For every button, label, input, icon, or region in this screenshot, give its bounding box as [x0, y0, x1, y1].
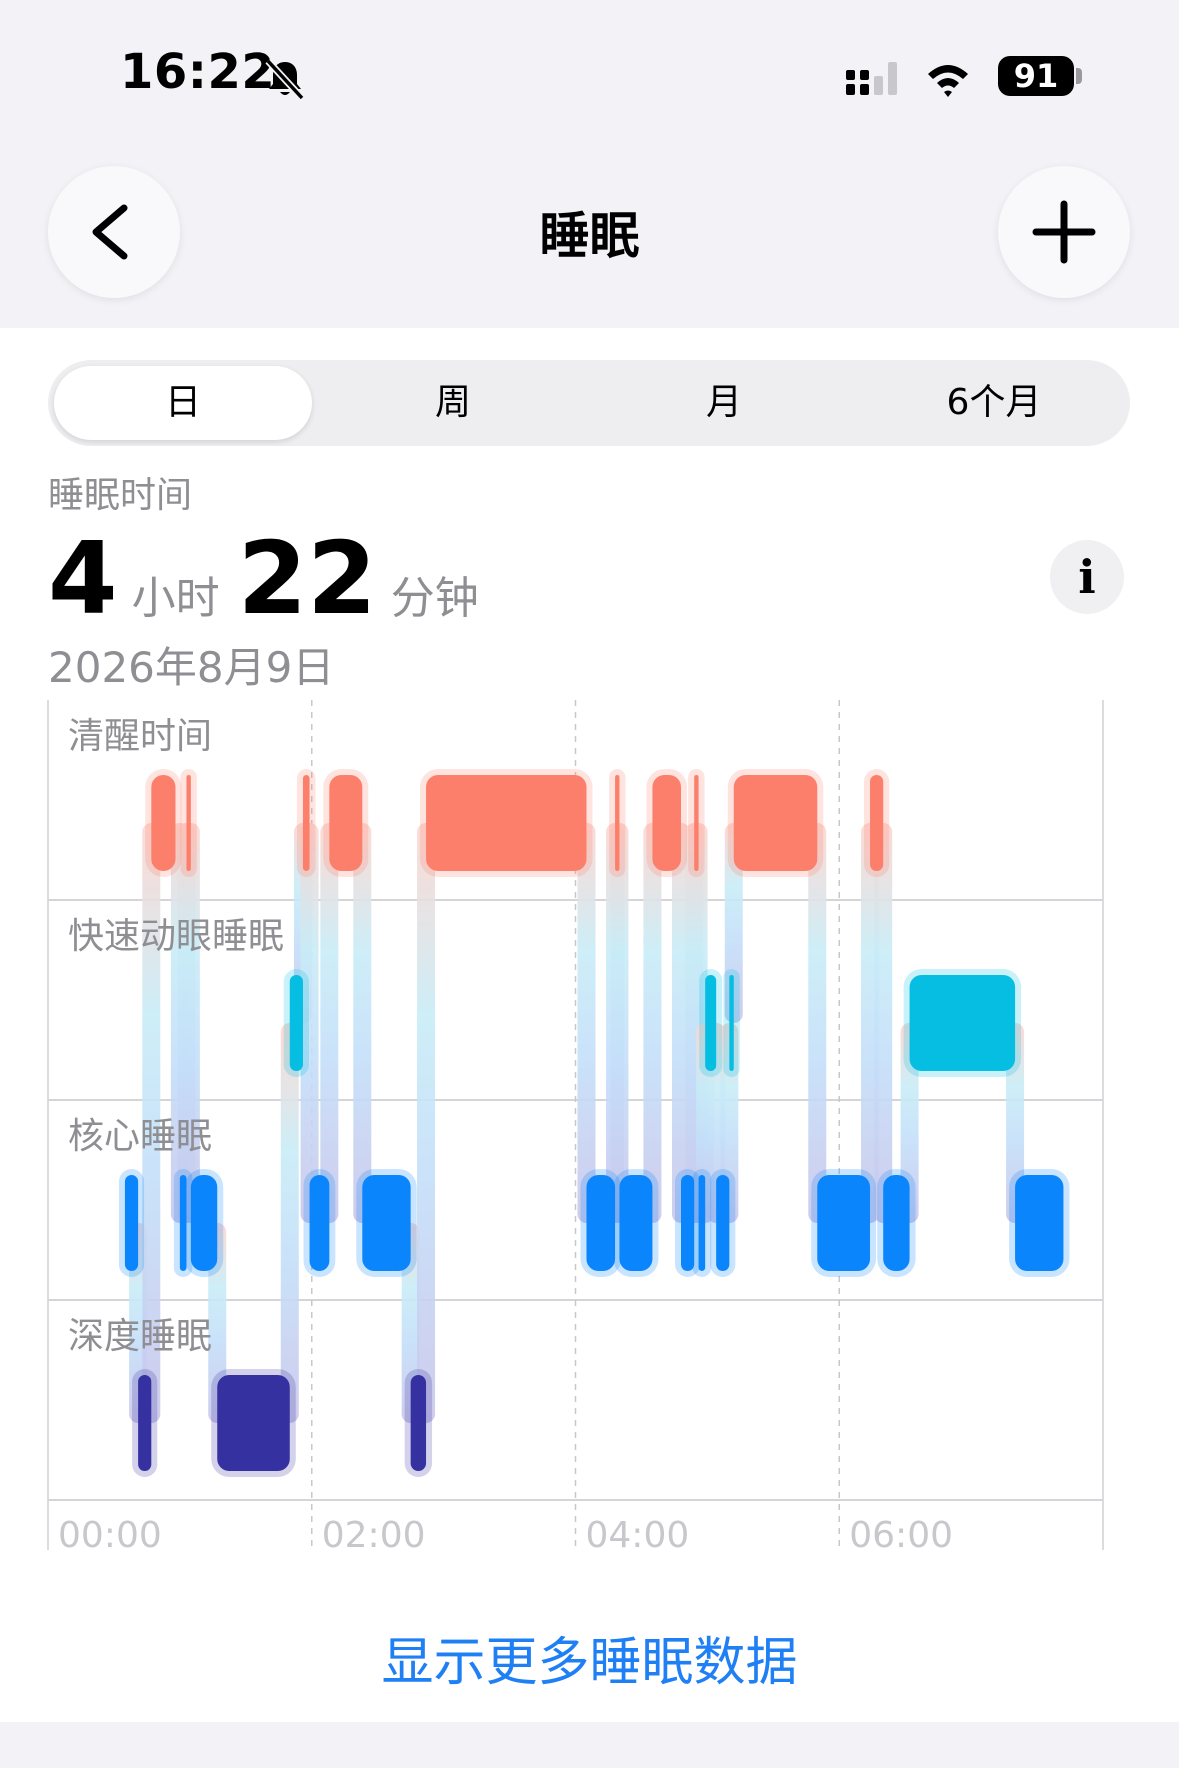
- sleep-stages-svg: 清醒时间快速动眼睡眠核心睡眠深度睡眠 00:00 02:00 04:00 06:00: [47, 700, 1104, 1556]
- sleep-date: 2026年8月9日: [48, 643, 335, 692]
- stage-transition-connector: [610, 823, 629, 1223]
- core-segment: [124, 1175, 139, 1271]
- x-tick-label: 04:00: [586, 1515, 690, 1556]
- core-segment: [619, 1175, 653, 1271]
- awake-segment: [652, 775, 681, 871]
- status-time: 16:22: [120, 44, 276, 100]
- stage-transition-connector: [808, 823, 827, 1223]
- awake-segment: [426, 775, 587, 871]
- stage-transition-connector: [643, 823, 662, 1223]
- rem-segment: [705, 975, 717, 1071]
- rem-segment: [729, 975, 734, 1071]
- stage-label: 清醒时间: [68, 716, 212, 757]
- awake-segment: [329, 775, 363, 871]
- sleep-stages-chart[interactable]: 清醒时间快速动眼睡眠 核心睡眠深度睡眠 00:00 02:00 04:00 06:00: [0, 700, 1179, 1560]
- awake-segment: [733, 775, 818, 871]
- battery-nub: [1076, 68, 1082, 84]
- segment-week[interactable]: 周: [318, 360, 588, 446]
- stage-transition-connector: [181, 823, 200, 1223]
- plus-icon: [1032, 200, 1096, 264]
- x-tick-label: 02:00: [322, 1515, 426, 1556]
- core-segment: [309, 1175, 330, 1271]
- minutes-value: 22: [237, 520, 377, 637]
- awake-segment: [186, 775, 191, 871]
- segment-day[interactable]: 日: [48, 360, 318, 446]
- core-segment: [1015, 1175, 1064, 1271]
- minutes-unit: 分钟: [390, 573, 479, 624]
- segment-6-months[interactable]: 6个月: [859, 360, 1129, 446]
- signal-wifi-icons: [846, 62, 968, 97]
- silent-bell-icon: [265, 58, 305, 101]
- core-segment: [586, 1175, 616, 1271]
- core-segment: [681, 1175, 695, 1271]
- bottom-background: [0, 1722, 1179, 1768]
- stage-transition-connector: [280, 1023, 299, 1423]
- hours-value: 4: [48, 520, 118, 637]
- awake-segment: [302, 775, 310, 871]
- awake-segment: [694, 775, 699, 871]
- stage-transition-connector: [874, 823, 893, 1223]
- show-more-sleep-data-link[interactable]: 显示更多睡眠数据: [0, 1620, 1179, 1695]
- time-range-segmented-control: 日 周 月 6个月: [48, 360, 1130, 446]
- core-segment: [716, 1175, 730, 1271]
- rem-segment: [289, 975, 303, 1071]
- info-button[interactable]: i: [1050, 540, 1124, 614]
- x-tick-label: 00:00: [58, 1515, 162, 1556]
- segment-month[interactable]: 月: [589, 360, 859, 446]
- stage-transition-connector: [577, 823, 596, 1223]
- core-segment: [362, 1175, 411, 1271]
- stage-label: 核心睡眠: [68, 1116, 212, 1157]
- stage-transitions: [129, 823, 1025, 1423]
- hours-unit: 小时: [131, 573, 220, 624]
- core-segment: [817, 1175, 871, 1271]
- awake-segment: [870, 775, 884, 871]
- awake-segment: [151, 775, 176, 871]
- deep-segment: [217, 1375, 290, 1471]
- battery-indicator: 91: [998, 56, 1074, 96]
- wifi-icon: [928, 65, 968, 97]
- stage-transition-connector: [320, 823, 339, 1223]
- core-segment: [190, 1175, 218, 1271]
- cellular-signal-icon: [846, 62, 897, 95]
- sleep-time-label: 睡眠时间: [48, 475, 193, 516]
- deep-segment: [410, 1375, 427, 1471]
- rem-segment: [909, 975, 1016, 1071]
- x-tick-label: 06:00: [849, 1515, 953, 1556]
- core-segment: [698, 1175, 706, 1271]
- stage-label: 快速动眼睡眠: [68, 916, 284, 957]
- stage-transition-connector: [417, 823, 436, 1423]
- add-data-button[interactable]: [998, 166, 1130, 298]
- deep-segment: [138, 1375, 152, 1471]
- stage-transition-connector: [353, 823, 372, 1223]
- stage-label: 深度睡眠: [68, 1316, 212, 1357]
- core-segment: [883, 1175, 910, 1271]
- sleep-duration: 4 小时 22 分钟: [48, 520, 497, 637]
- awake-segment: [615, 775, 620, 871]
